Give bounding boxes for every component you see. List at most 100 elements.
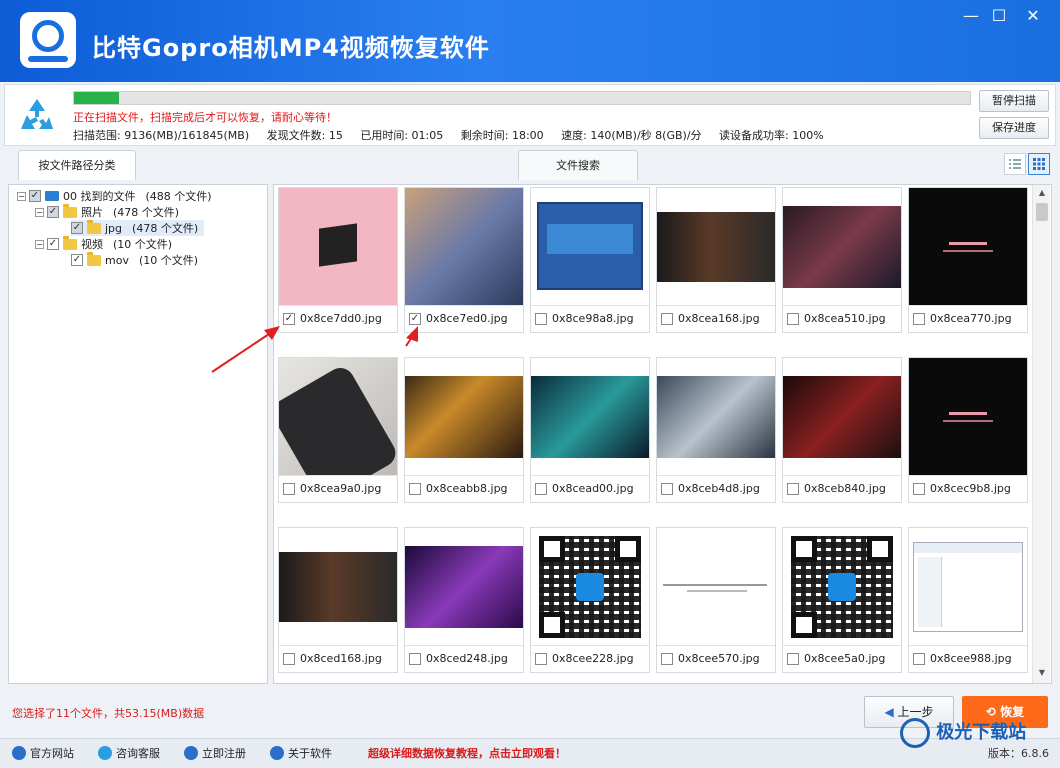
file-thumbnail[interactable]: [657, 358, 775, 476]
register-link[interactable]: 立即注册: [184, 744, 246, 762]
file-thumbnail[interactable]: [657, 528, 775, 646]
videos-checkbox[interactable]: ✓: [47, 238, 59, 250]
about-software-link[interactable]: 关于软件: [270, 744, 332, 762]
scroll-down-icon[interactable]: ▼: [1033, 665, 1051, 681]
file-thumbnail[interactable]: [783, 188, 901, 306]
file-card[interactable]: 0x8ceb840.jpg: [782, 357, 902, 503]
recover-icon: ⟲: [985, 705, 1001, 719]
file-card[interactable]: 0x8ced168.jpg: [278, 527, 398, 673]
file-thumbnail[interactable]: [405, 528, 523, 646]
file-caption: 0x8ced248.jpg: [409, 652, 508, 665]
file-checkbox[interactable]: [913, 482, 925, 495]
consult-service-label: 咨询客服: [116, 747, 160, 760]
collapse-icon[interactable]: −: [35, 207, 44, 217]
file-thumbnail[interactable]: [279, 188, 397, 306]
file-thumbnail[interactable]: [909, 188, 1027, 306]
mov-checkbox[interactable]: ✓: [71, 254, 83, 266]
tree-root-checkbox[interactable]: ✓: [29, 190, 41, 202]
file-checkbox[interactable]: [661, 482, 673, 495]
collapse-icon[interactable]: −: [35, 239, 44, 249]
recover-button[interactable]: ⟲ 恢复: [962, 696, 1048, 728]
grid-view-icon[interactable]: [1028, 153, 1050, 175]
jpg-checkbox[interactable]: ✓: [71, 222, 83, 234]
collapse-icon[interactable]: −: [17, 191, 26, 201]
save-progress-button[interactable]: 保存进度: [979, 117, 1049, 139]
consult-service-link[interactable]: 咨询客服: [98, 744, 160, 762]
tutorial-promo-link[interactable]: 超级详细数据恢复教程，点击立即观看！: [368, 745, 566, 761]
folder-icon: [63, 235, 77, 250]
tree-item-mov[interactable]: ✓ mov (10 个文件): [71, 251, 198, 268]
file-checkbox[interactable]: [661, 312, 673, 325]
tab-by-path[interactable]: 按文件路径分类: [18, 150, 136, 180]
grid-scrollbar[interactable]: ▲ ▼: [1032, 185, 1050, 683]
file-thumbnail[interactable]: [783, 358, 901, 476]
tree-root-label: 00 找到的文件: [63, 190, 136, 203]
file-thumbnail[interactable]: [405, 188, 523, 306]
title-bar: 比特Gopro相机MP4视频恢复软件 — ☐ ✕: [0, 0, 1060, 82]
file-thumbnail[interactable]: [657, 188, 775, 306]
prev-step-button[interactable]: ◀ 上一步: [864, 696, 954, 728]
file-name: 0x8ceb4d8.jpg: [678, 482, 760, 495]
scan-progress-fill: [74, 92, 119, 104]
file-checkbox[interactable]: [409, 652, 421, 665]
selection-info: 您选择了11个文件，共53.15(MB)数据: [12, 707, 205, 720]
file-thumbnail[interactable]: [531, 188, 649, 306]
file-checkbox[interactable]: [787, 482, 799, 495]
file-checkbox[interactable]: [787, 652, 799, 665]
tree-item-photos[interactable]: − ✓ 照片 (478 个文件): [35, 203, 180, 220]
file-card[interactable]: 0x8cea168.jpg: [656, 187, 776, 333]
pause-scan-button[interactable]: 暂停扫描: [979, 90, 1049, 112]
file-card[interactable]: 0x8ceb4d8.jpg: [656, 357, 776, 503]
tab-file-search[interactable]: 文件搜索: [518, 150, 638, 180]
file-thumbnail[interactable]: [531, 358, 649, 476]
file-checkbox[interactable]: [535, 652, 547, 665]
file-checkbox[interactable]: [913, 312, 925, 325]
file-name: 0x8cee570.jpg: [678, 652, 760, 665]
file-thumbnail[interactable]: [909, 358, 1027, 476]
file-caption: 0x8ceb4d8.jpg: [661, 482, 760, 495]
maximize-button[interactable]: ☐: [984, 6, 1014, 26]
list-view-icon[interactable]: [1004, 153, 1026, 175]
file-card[interactable]: 0x8cee570.jpg: [656, 527, 776, 673]
file-card[interactable]: 0x8cee228.jpg: [530, 527, 650, 673]
file-card[interactable]: 0x8cead00.jpg: [530, 357, 650, 503]
official-site-link[interactable]: 官方网站: [12, 744, 74, 762]
tree-root[interactable]: − ✓ 00 找到的文件 (488 个文件): [17, 188, 212, 204]
file-checkbox[interactable]: [535, 482, 547, 495]
scan-speed: 速度: 140(MB)/秒 8(GB)/分: [561, 129, 702, 142]
file-card[interactable]: 0x8ce98a8.jpg: [530, 187, 650, 333]
file-checkbox[interactable]: [913, 652, 925, 665]
file-thumbnail[interactable]: [783, 528, 901, 646]
file-card[interactable]: 0x8cea770.jpg: [908, 187, 1028, 333]
file-thumbnail[interactable]: [279, 528, 397, 646]
chat-icon: [98, 746, 112, 760]
file-name: 0x8cea510.jpg: [804, 312, 886, 325]
file-checkbox[interactable]: [535, 312, 547, 325]
file-checkbox[interactable]: [661, 652, 673, 665]
file-card[interactable]: 0x8cee988.jpg: [908, 527, 1028, 673]
scroll-thumb[interactable]: [1036, 203, 1048, 221]
photos-checkbox[interactable]: ✓: [47, 206, 59, 218]
photos-count: (478 个文件): [113, 206, 180, 219]
prev-step-label: 上一步: [897, 705, 934, 719]
file-card[interactable]: 0x8ced248.jpg: [404, 527, 524, 673]
close-button[interactable]: ✕: [1018, 6, 1048, 26]
tree-item-jpg[interactable]: ✓ jpg (478 个文件): [71, 219, 205, 236]
scroll-up-icon[interactable]: ▲: [1033, 185, 1051, 201]
drive-icon: [45, 191, 59, 201]
file-checkbox[interactable]: [787, 312, 799, 325]
remaining-time: 剩余时间: 18:00: [460, 129, 544, 142]
file-card[interactable]: 0x8cee5a0.jpg: [782, 527, 902, 673]
file-thumbnail[interactable]: [909, 528, 1027, 646]
tree-item-videos[interactable]: − ✓ 视频 (10 个文件): [35, 235, 172, 252]
file-checkbox[interactable]: [283, 652, 295, 665]
minimize-button[interactable]: —: [956, 6, 986, 26]
file-card[interactable]: 0x8cea510.jpg: [782, 187, 902, 333]
file-checkbox[interactable]: [283, 482, 295, 495]
file-card[interactable]: 0x8cec9b8.jpg: [908, 357, 1028, 503]
file-caption: 0x8cea9a0.jpg: [283, 482, 381, 495]
jpg-label: jpg: [105, 221, 123, 235]
file-checkbox[interactable]: [409, 482, 421, 495]
file-thumbnail[interactable]: [531, 528, 649, 646]
about-software-label: 关于软件: [288, 747, 332, 760]
